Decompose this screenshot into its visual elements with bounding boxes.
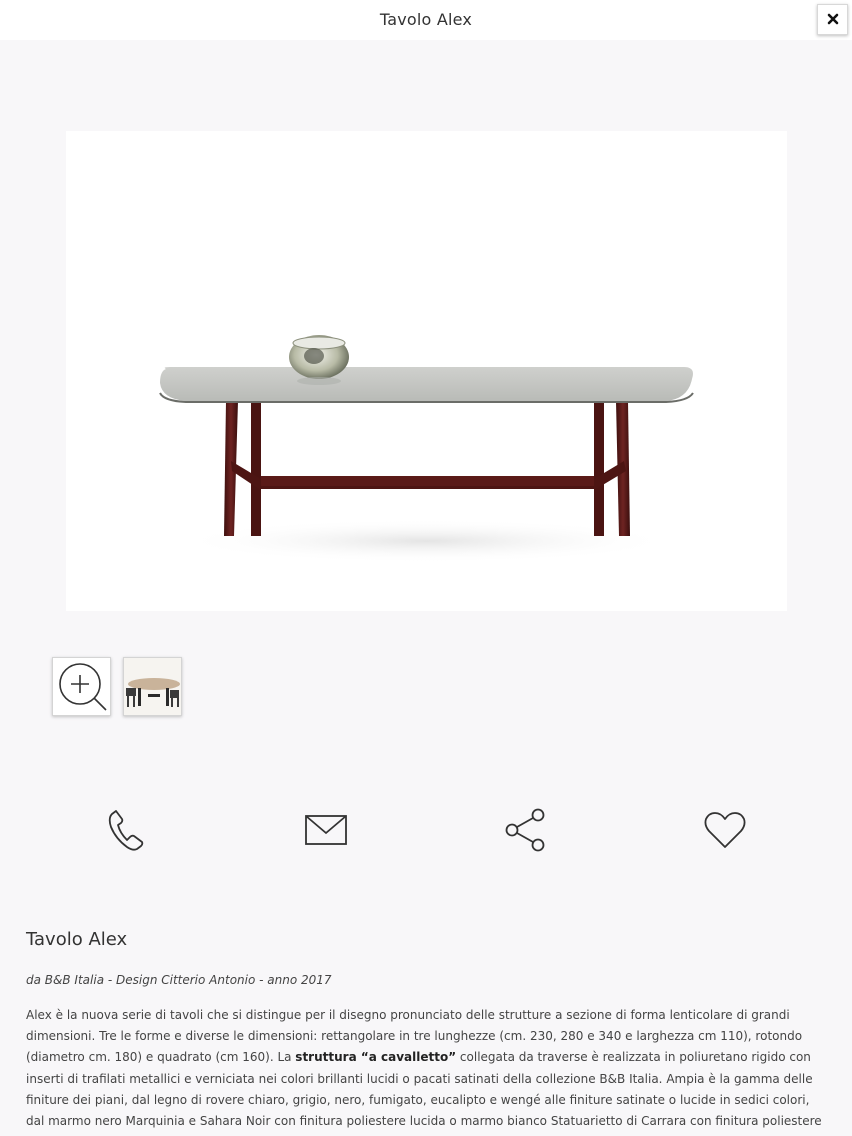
email-button[interactable] (302, 808, 350, 856)
favorite-button[interactable] (701, 808, 749, 856)
main-product-image[interactable] (66, 131, 787, 611)
share-button[interactable] (501, 808, 549, 856)
close-button[interactable] (817, 4, 848, 35)
heart-icon (703, 810, 747, 854)
zoom-in-icon (53, 663, 110, 715)
thumbnail-image[interactable] (123, 657, 182, 716)
table-illustration (159, 335, 694, 563)
table-thumbnail (124, 658, 181, 715)
mail-icon (304, 814, 348, 850)
share-icon (503, 808, 547, 856)
zoom-button[interactable] (52, 657, 111, 716)
call-button[interactable] (102, 808, 150, 856)
product-description: Alex è la nuova serie di tavoli che si d… (26, 1005, 826, 1136)
top-bar: Tavolo Alex (0, 0, 852, 40)
product-byline: da B&B Italia - Design Citterio Antonio … (26, 973, 332, 987)
close-icon (827, 10, 839, 29)
product-title: Tavolo Alex (26, 929, 128, 950)
phone-icon (106, 808, 146, 856)
page-title: Tavolo Alex (379, 10, 473, 29)
description-highlight: struttura “a cavalletto” (295, 1050, 457, 1065)
